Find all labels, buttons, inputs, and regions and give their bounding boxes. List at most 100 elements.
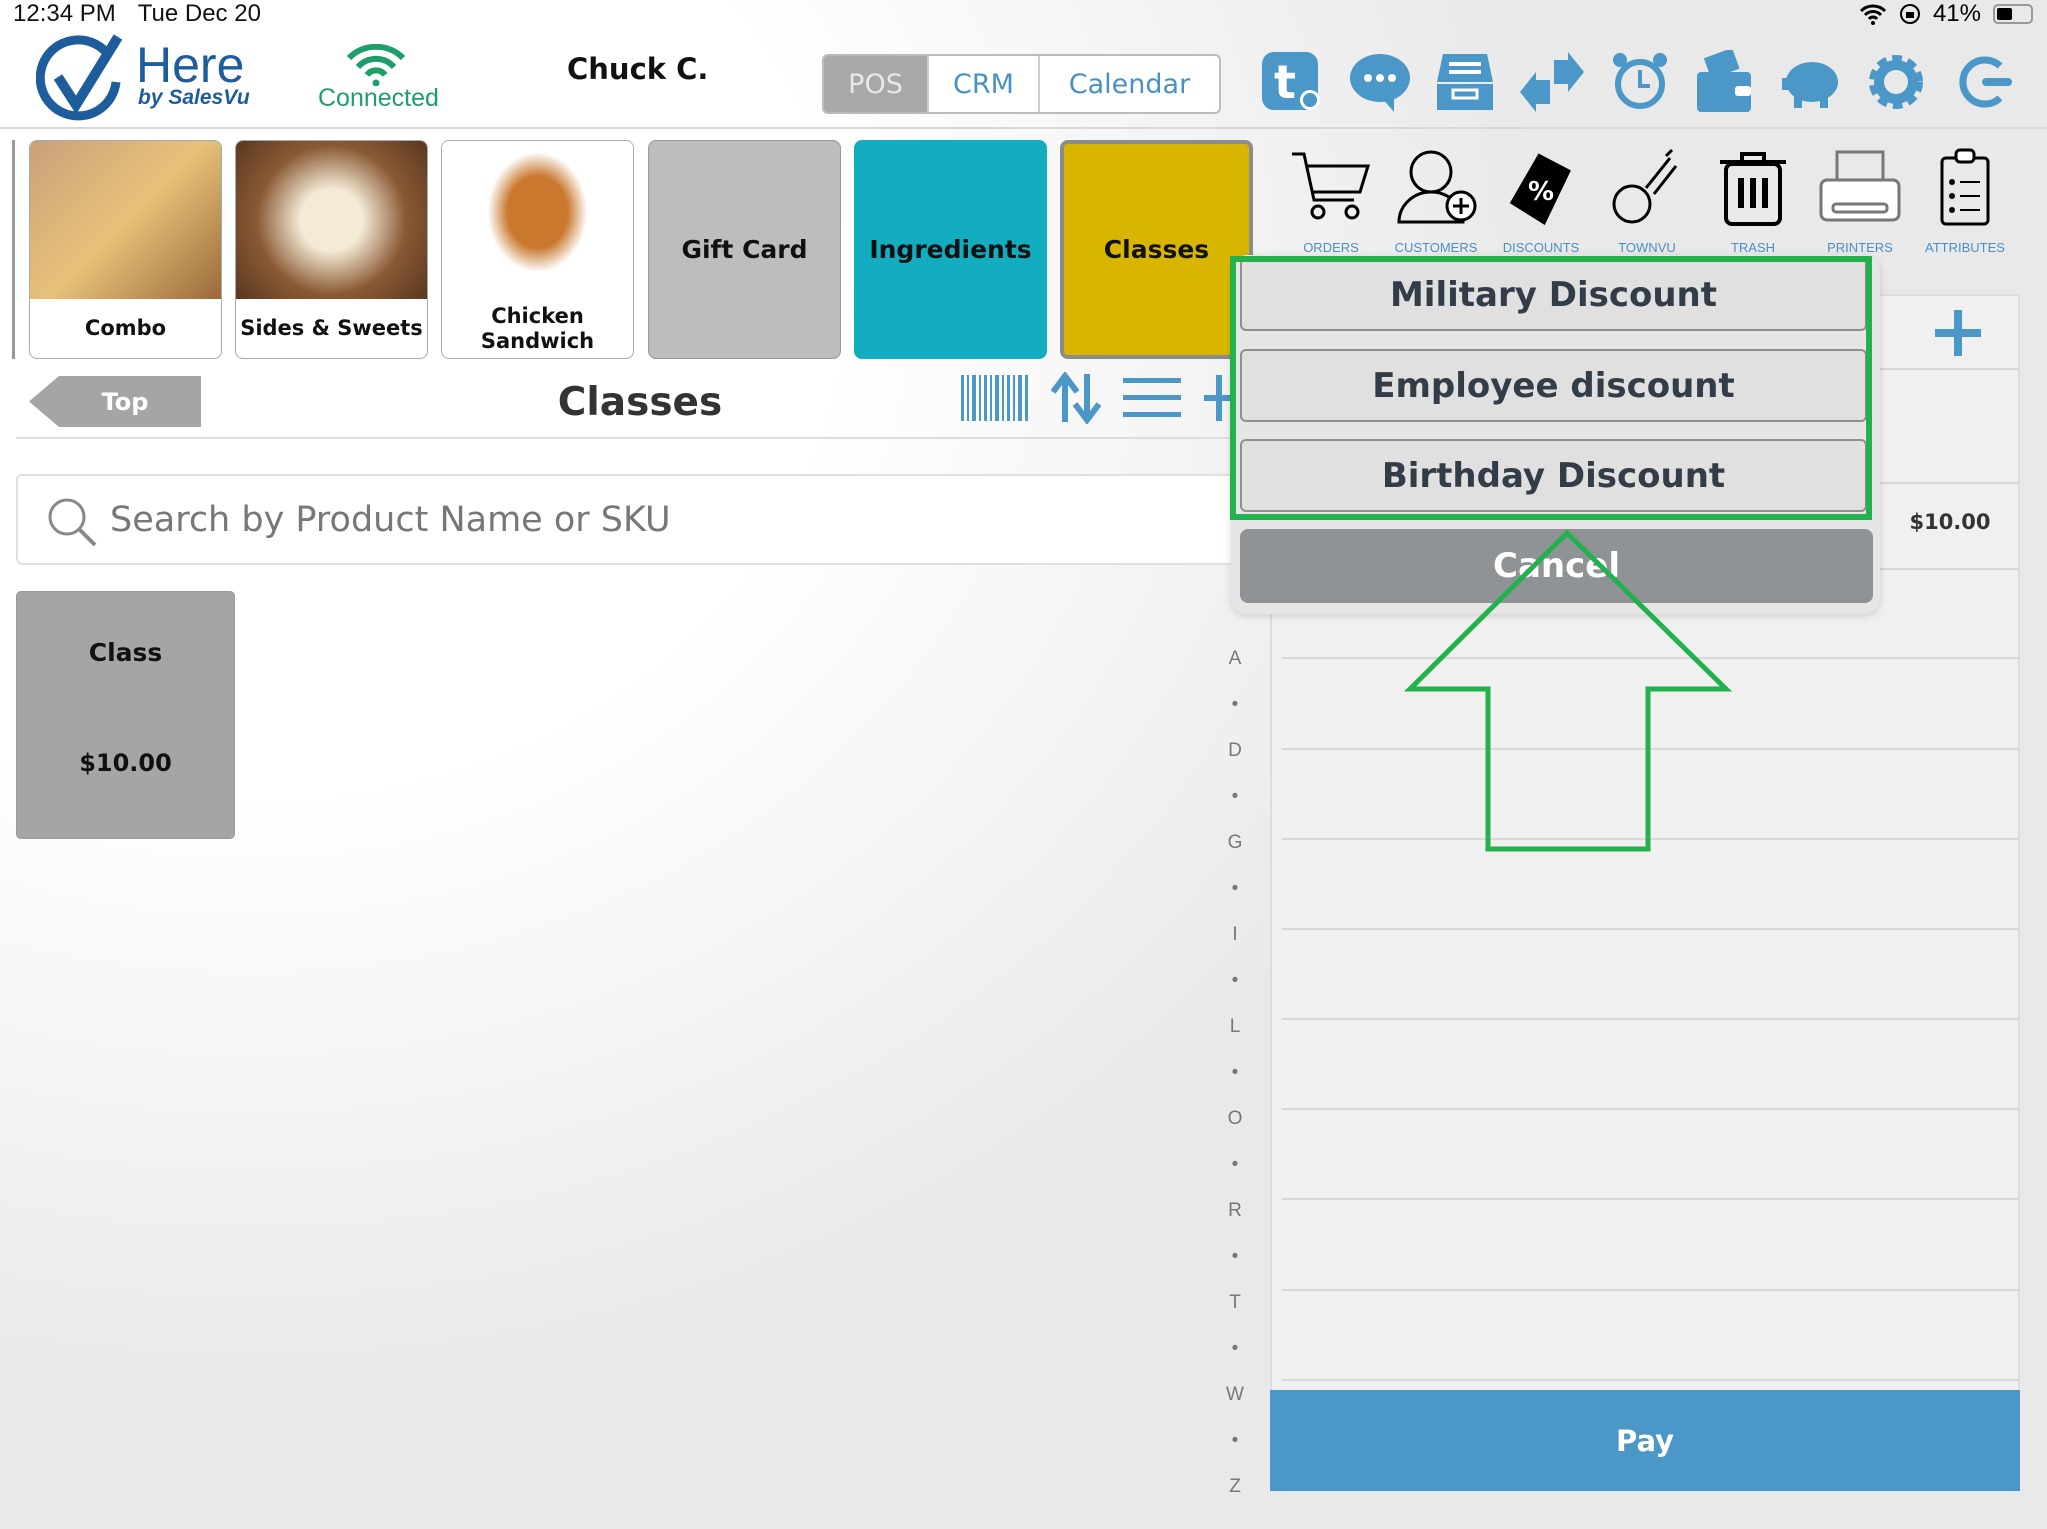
alpha-index-item[interactable]: I xyxy=(1220,924,1250,946)
category-combo[interactable]: Combo xyxy=(29,140,222,359)
tab-calendar[interactable]: Calendar xyxy=(1040,56,1219,112)
tab-pos[interactable]: POS xyxy=(824,56,929,112)
drawer-icon[interactable] xyxy=(1433,50,1497,114)
chat-icon[interactable] xyxy=(1348,50,1412,114)
divider xyxy=(16,437,1236,439)
cart-icon[interactable] xyxy=(1288,148,1374,228)
action-customers[interactable]: CUSTOMERS xyxy=(1381,240,1491,255)
alpha-index-item[interactable]: O xyxy=(1220,1108,1250,1130)
row-divider xyxy=(1282,1198,2020,1200)
alpha-index-item[interactable]: L xyxy=(1220,1016,1250,1038)
alpha-index-item[interactable]: • xyxy=(1220,1154,1250,1176)
search-input[interactable] xyxy=(110,499,1210,540)
sort-icon[interactable] xyxy=(1051,372,1101,424)
wallet-icon[interactable] xyxy=(1693,50,1757,114)
product-tile[interactable]: Class $10.00 xyxy=(16,591,235,839)
row-divider xyxy=(1282,928,2020,930)
list-icon[interactable] xyxy=(1123,378,1181,418)
battery-percent: 41% xyxy=(1932,0,1981,27)
alpha-index-item[interactable]: • xyxy=(1220,970,1250,992)
tab-crm[interactable]: CRM xyxy=(929,56,1040,112)
alpha-index-item[interactable]: R xyxy=(1220,1200,1250,1222)
add-user-icon[interactable] xyxy=(1393,148,1479,228)
connection-status: Connected xyxy=(318,84,439,112)
cancel-button[interactable]: Cancel xyxy=(1240,529,1873,603)
alpha-index-item[interactable]: W xyxy=(1220,1384,1250,1406)
barcode-icon[interactable] xyxy=(961,375,1029,421)
status-time: 12:34 PM Tue Dec 20 xyxy=(13,0,283,28)
category-gift-card[interactable]: Gift Card xyxy=(648,140,841,359)
townvu-icon[interactable] xyxy=(1604,148,1690,228)
sandwich-image xyxy=(442,141,633,299)
mode-tabs: POS CRM Calendar xyxy=(822,54,1221,114)
alpha-index-item[interactable]: • xyxy=(1220,786,1250,808)
townvu-settings-icon[interactable]: t xyxy=(1260,50,1324,114)
row-divider xyxy=(1282,657,2020,659)
category-label: Chicken Sandwich xyxy=(480,304,595,353)
row-divider xyxy=(1282,748,2020,750)
alpha-index-item[interactable]: • xyxy=(1220,1062,1250,1084)
alpha-index-item[interactable]: • xyxy=(1220,1430,1250,1452)
discount-tag-icon[interactable]: % xyxy=(1498,148,1584,228)
search-icon xyxy=(48,498,97,547)
connected-wifi-icon xyxy=(346,44,406,86)
product-name: Class xyxy=(88,638,163,667)
row-divider xyxy=(1282,1289,2020,1291)
search-bar xyxy=(16,474,1256,565)
gear-icon[interactable] xyxy=(1864,50,1928,114)
category-classes[interactable]: Classes xyxy=(1060,140,1253,359)
category-chicken-sandwich[interactable]: Chicken Sandwich xyxy=(441,140,634,359)
header-divider xyxy=(0,127,2047,129)
category-ingredients[interactable]: Ingredients xyxy=(854,140,1047,359)
pay-button[interactable]: Pay xyxy=(1270,1390,2020,1491)
clipboard-icon[interactable] xyxy=(1922,148,2008,228)
row-divider xyxy=(1282,838,2020,840)
printer-icon[interactable] xyxy=(1817,148,1903,228)
action-trash[interactable]: TRASH xyxy=(1698,240,1808,255)
add-cart-item-icon[interactable] xyxy=(1935,310,1981,356)
sides-image xyxy=(236,141,427,299)
action-orders[interactable]: ORDERS xyxy=(1276,240,1386,255)
action-printers[interactable]: PRINTERS xyxy=(1805,240,1915,255)
category-label: Combo xyxy=(84,316,167,341)
piggy-bank-icon[interactable] xyxy=(1780,50,1844,114)
row-divider xyxy=(1282,1108,2020,1110)
date: Tue Dec 20 xyxy=(137,0,261,27)
time: 12:34 PM xyxy=(13,0,116,27)
user-name[interactable]: Chuck C. xyxy=(567,52,708,86)
alpha-index-item[interactable]: Z xyxy=(1220,1476,1250,1498)
row-divider xyxy=(1282,1018,2020,1020)
top-back-button[interactable]: Top xyxy=(29,376,201,427)
alpha-index-item[interactable]: • xyxy=(1220,694,1250,716)
alpha-index-item[interactable]: G xyxy=(1220,832,1250,854)
action-townvu[interactable]: TOWNVU xyxy=(1592,240,1702,255)
cart-item-price: $10.00 xyxy=(1909,510,1991,534)
battery-icon xyxy=(1993,4,2033,24)
svg-text:%: % xyxy=(1528,177,1554,207)
combo-image xyxy=(30,141,221,299)
logo-sub: by SalesVu xyxy=(138,86,250,109)
svg-text:t: t xyxy=(1274,55,1296,109)
row-divider xyxy=(1282,1379,2020,1381)
rotation-lock-icon xyxy=(1899,4,1920,24)
alpha-index-item[interactable]: T xyxy=(1220,1292,1250,1314)
logout-icon[interactable] xyxy=(1952,50,2016,114)
action-attributes[interactable]: ATTRIBUTES xyxy=(1910,240,2020,255)
logo-icon xyxy=(36,34,123,121)
alpha-index-item[interactable]: • xyxy=(1220,1246,1250,1268)
product-price: $10.00 xyxy=(79,749,172,777)
category-sides-sweets[interactable]: Sides & Sweets xyxy=(235,140,428,359)
trash-icon[interactable] xyxy=(1710,148,1796,228)
scroll-edge xyxy=(12,140,15,359)
alarm-clock-icon[interactable] xyxy=(1608,50,1672,114)
highlight-box xyxy=(1230,256,1872,520)
wifi-icon xyxy=(1859,4,1887,25)
alpha-index-item[interactable]: A xyxy=(1220,648,1250,670)
alpha-index-item[interactable]: D xyxy=(1220,740,1250,762)
alpha-index-item[interactable]: • xyxy=(1220,878,1250,900)
action-discounts[interactable]: DISCOUNTS xyxy=(1486,240,1596,255)
alpha-index-item[interactable]: • xyxy=(1220,1338,1250,1360)
status-right: 41% xyxy=(1859,0,2033,28)
category-label: Sides & Sweets xyxy=(240,316,423,341)
transfer-icon[interactable] xyxy=(1520,50,1584,114)
